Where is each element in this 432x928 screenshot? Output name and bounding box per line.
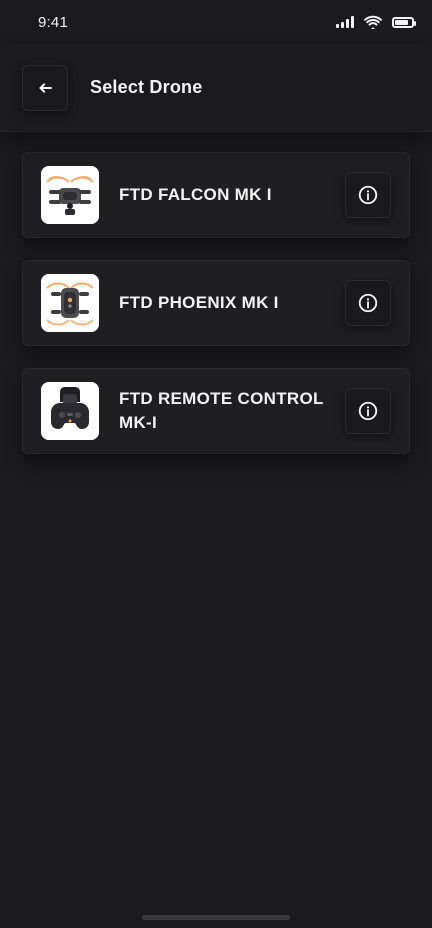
page-title: Select Drone	[90, 77, 203, 97]
battery-icon	[392, 16, 416, 28]
drone-name: FTD FALCON MK I	[119, 185, 272, 204]
drone-name: FTD REMOTE CONTROL MK-I	[119, 389, 324, 432]
drone-list: FTD FALCON MK I FTD PHOENIX MK I FTD REM…	[0, 132, 432, 454]
status-time: 9:41	[38, 13, 68, 31]
info-icon	[358, 401, 378, 421]
signal-bars-icon	[336, 16, 354, 28]
drone-name: FTD PHOENIX MK I	[119, 293, 279, 312]
status-icons	[336, 15, 416, 29]
info-button[interactable]	[345, 280, 391, 326]
back-button[interactable]	[22, 64, 68, 111]
info-button[interactable]	[345, 388, 391, 434]
drone-card-falcon[interactable]: FTD FALCON MK I	[22, 152, 410, 238]
info-button[interactable]	[345, 172, 391, 218]
drone-card-remote-control[interactable]: FTD REMOTE CONTROL MK-I	[22, 368, 410, 454]
info-icon	[358, 293, 378, 313]
remote-controller-icon	[41, 382, 99, 440]
arrow-left-icon	[39, 82, 52, 93]
home-indicator[interactable]	[142, 915, 290, 920]
drone-card-phoenix[interactable]: FTD PHOENIX MK I	[22, 260, 410, 346]
drone-thumbnail	[41, 166, 99, 224]
drone-falcon-icon	[41, 166, 99, 224]
screen: 9:41 Select Drone FTD FALCON MK I FTD PH…	[0, 0, 432, 928]
drone-thumbnail	[41, 274, 99, 332]
wifi-icon	[364, 15, 382, 29]
drone-phoenix-icon	[41, 274, 99, 332]
info-icon	[358, 185, 378, 205]
top-bar: Select Drone	[0, 44, 432, 132]
status-bar: 9:41	[0, 0, 432, 44]
drone-thumbnail	[41, 382, 99, 440]
